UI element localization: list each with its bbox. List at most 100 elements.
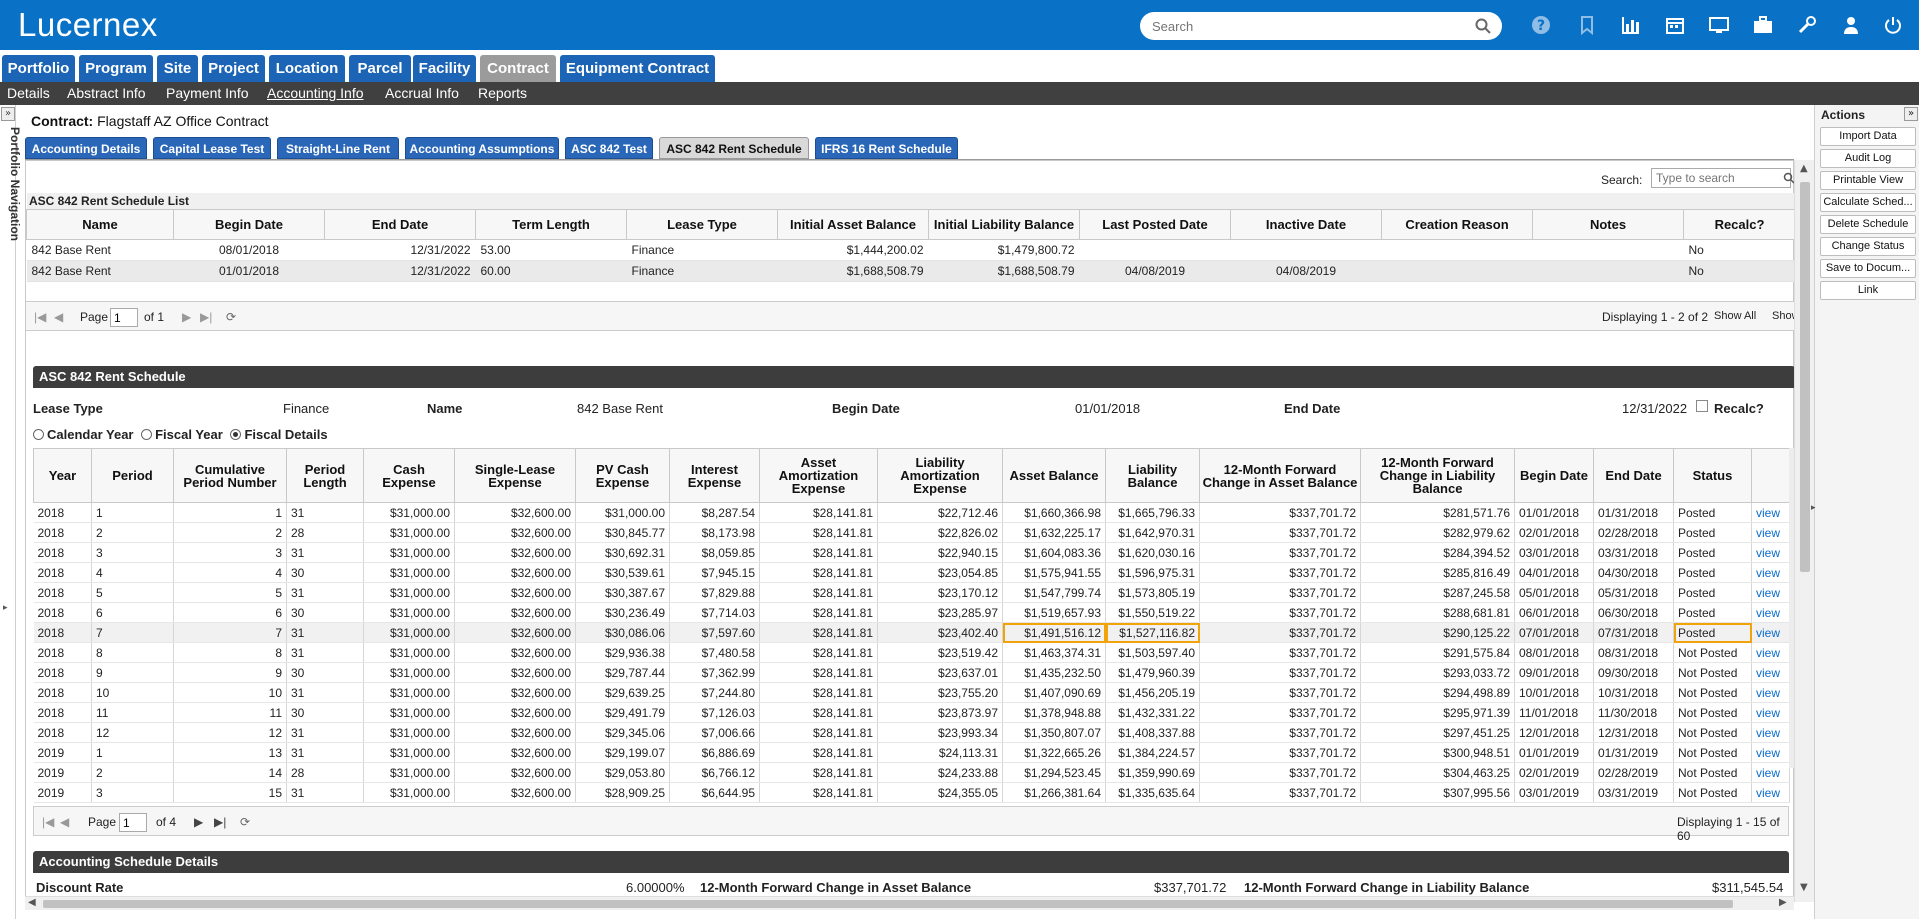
view-link[interactable]: view — [1756, 706, 1780, 720]
next-page-icon[interactable]: ▶ — [194, 815, 203, 829]
schedule-row[interactable]: 2018 11 11 30 $31,000.00 $32,600.00 $29,491.79… — [33, 702, 1790, 723]
fiscal-details-radio[interactable] — [230, 429, 242, 440]
list-col-begin-date[interactable]: Begin Date — [173, 209, 325, 240]
view-link[interactable]: view — [1756, 606, 1780, 620]
power-icon[interactable] — [1882, 14, 1904, 36]
refresh-icon[interactable]: ⟳ — [240, 815, 250, 829]
caret-right-icon[interactable]: ▸ — [3, 603, 8, 613]
tab-parcel[interactable]: Parcel — [349, 55, 411, 82]
last-page-icon[interactable]: ▶| — [200, 310, 212, 324]
col-forward-change-asset[interactable]: 12-Month Forward Change in Asset Balance — [1199, 448, 1361, 503]
subnav-details[interactable]: Details — [7, 82, 50, 105]
schedule-row[interactable]: 2018 8 8 31 $31,000.00 $32,600.00 $29,936.38 $7… — [33, 642, 1790, 663]
refresh-icon[interactable]: ⟳ — [226, 310, 236, 324]
col-liability-amortization-expense[interactable]: Liability Amortization Expense — [877, 448, 1003, 503]
col-cash-expense[interactable]: Cash Expense — [363, 448, 455, 503]
col-single-lease-expense[interactable]: Single-Lease Expense — [454, 448, 576, 503]
col-interest-expense[interactable]: Interest Expense — [669, 448, 760, 503]
list-col-last-posted-date[interactable]: Last Posted Date — [1079, 209, 1231, 240]
list-search-input[interactable] — [1651, 168, 1791, 188]
search-icon[interactable] — [1474, 17, 1492, 35]
tab-straight-line-rent[interactable]: Straight-Line Rent — [277, 137, 399, 159]
portfolio-navigation-label[interactable]: Portfolio Navigation — [8, 127, 22, 241]
col-status[interactable]: Status — [1673, 448, 1752, 503]
view-link[interactable]: view — [1756, 726, 1780, 740]
view-link[interactable]: view — [1756, 526, 1780, 540]
view-link[interactable]: view — [1756, 626, 1780, 640]
schedule-row[interactable]: 2018 6 6 30 $31,000.00 $32,600.00 $30,236.49 $7… — [33, 602, 1790, 623]
view-link[interactable]: view — [1756, 566, 1780, 580]
first-page-icon[interactable]: |◀ — [34, 310, 46, 324]
page-horizontal-scrollbar[interactable]: ◀ ▶ — [25, 896, 1794, 910]
tab-asc-842-test[interactable]: ASC 842 Test — [565, 137, 653, 159]
col-end-date[interactable]: End Date — [1593, 448, 1674, 503]
col-cumulative-period-number[interactable]: Cumulative Period Number — [173, 448, 287, 503]
view-link[interactable]: view — [1756, 506, 1780, 520]
tab-capital-lease-test[interactable]: Capital Lease Test — [153, 137, 271, 159]
list-col-notes[interactable]: Notes — [1532, 209, 1684, 240]
prev-page-icon[interactable]: ◀ — [54, 310, 63, 324]
global-search-input[interactable] — [1140, 12, 1502, 40]
next-page-icon[interactable]: ▶ — [182, 310, 191, 324]
prev-page-icon[interactable]: ◀ — [60, 815, 69, 829]
schedule-row[interactable]: 2018 1 1 31 $31,000.00 $32,600.00 $31,000.00 $8… — [33, 502, 1790, 523]
list-col-recalc[interactable]: Recalc? — [1683, 209, 1796, 240]
view-link[interactable]: view — [1756, 746, 1780, 760]
link-button[interactable]: Link — [1820, 281, 1916, 300]
subnav-abstract-info[interactable]: Abstract Info — [67, 82, 146, 105]
tab-site[interactable]: Site — [157, 55, 198, 82]
change-status-button[interactable]: Change Status — [1820, 237, 1916, 256]
fiscal-year-radio[interactable] — [141, 429, 153, 440]
user-icon[interactable] — [1840, 14, 1862, 36]
tab-contract[interactable]: Contract — [480, 55, 556, 82]
chart-icon[interactable] — [1620, 14, 1642, 36]
subnav-reports[interactable]: Reports — [478, 82, 527, 105]
col-begin-date[interactable]: Begin Date — [1514, 448, 1594, 503]
wrench-icon[interactable] — [1796, 14, 1818, 36]
list-row[interactable]: 842 Base Rent 08/01/2018 12/31/2022 53.00 Fi… — [26, 239, 1796, 261]
import-data-button[interactable]: Import Data — [1820, 127, 1916, 146]
col-forward-change-liability[interactable]: 12-Month Forward Change in Liability Bal… — [1360, 448, 1515, 503]
briefcase-icon[interactable] — [1752, 14, 1774, 36]
calendar-year-label[interactable]: Calendar Year — [47, 427, 133, 442]
col-year[interactable]: Year — [33, 448, 92, 503]
fiscal-year-label[interactable]: Fiscal Year — [155, 427, 223, 442]
view-link[interactable]: view — [1756, 766, 1780, 780]
schedule-row[interactable]: 2018 12 12 31 $31,000.00 $32,600.00 $29,345.06… — [33, 722, 1790, 743]
schedule-row[interactable]: 2019 1 13 31 $31,000.00 $32,600.00 $29,199.07 $… — [33, 742, 1790, 763]
view-link[interactable]: view — [1756, 646, 1780, 660]
view-link[interactable]: view — [1756, 786, 1780, 800]
fiscal-details-label[interactable]: Fiscal Details — [244, 427, 327, 442]
audit-log-button[interactable]: Audit Log — [1820, 149, 1916, 168]
schedule-row[interactable]: 2018 3 3 31 $31,000.00 $32,600.00 $30,692.31 $8… — [33, 542, 1790, 563]
list-col-initial-liability-balance[interactable]: Initial Liability Balance — [928, 209, 1080, 240]
tab-location[interactable]: Location — [269, 55, 345, 82]
schedule-row[interactable]: 2019 3 15 31 $31,000.00 $32,600.00 $28,909.25 $… — [33, 782, 1790, 803]
caret-left-icon[interactable]: ▸ — [1811, 503, 1816, 513]
tab-equipment-contract[interactable]: Equipment Contract — [560, 55, 715, 82]
subnav-accounting-info[interactable]: Accounting Info — [267, 82, 364, 105]
app-logo[interactable]: Lucernex — [18, 6, 158, 44]
page-vertical-scrollbar[interactable]: ▲ ▼ — [1794, 160, 1814, 902]
calculate-schedule-button[interactable]: Calculate Sched... — [1820, 193, 1916, 212]
tab-accounting-details[interactable]: Accounting Details — [25, 137, 147, 159]
view-link[interactable]: view — [1756, 686, 1780, 700]
col-period[interactable]: Period — [91, 448, 174, 503]
list-col-end-date[interactable]: End Date — [324, 209, 476, 240]
tab-asc-842-rent-schedule[interactable]: ASC 842 Rent Schedule — [659, 137, 809, 159]
list-col-creation-reason[interactable]: Creation Reason — [1381, 209, 1533, 240]
schedule-page-input[interactable] — [119, 813, 147, 832]
view-link[interactable]: view — [1756, 666, 1780, 680]
tab-accounting-assumptions[interactable]: Accounting Assumptions — [405, 137, 559, 159]
vertical-scroll-thumb[interactable] — [1800, 182, 1810, 572]
col-liability-balance[interactable]: Liability Balance — [1105, 448, 1200, 503]
tab-facility[interactable]: Facility — [413, 55, 476, 82]
tab-ifrs-16-rent-schedule[interactable]: IFRS 16 Rent Schedule — [815, 137, 958, 159]
subnav-payment-info[interactable]: Payment Info — [166, 82, 249, 105]
scroll-right-icon[interactable]: ▶ — [1779, 897, 1787, 908]
view-link[interactable]: view — [1756, 546, 1780, 560]
scroll-left-icon[interactable]: ◀ — [28, 897, 36, 908]
schedule-row[interactable]: 2018 5 5 31 $31,000.00 $32,600.00 $30,387.67 $7… — [33, 582, 1790, 603]
col-asset-amortization-expense[interactable]: Asset Amortization Expense — [759, 448, 878, 503]
bookmark-icon[interactable] — [1576, 14, 1598, 36]
